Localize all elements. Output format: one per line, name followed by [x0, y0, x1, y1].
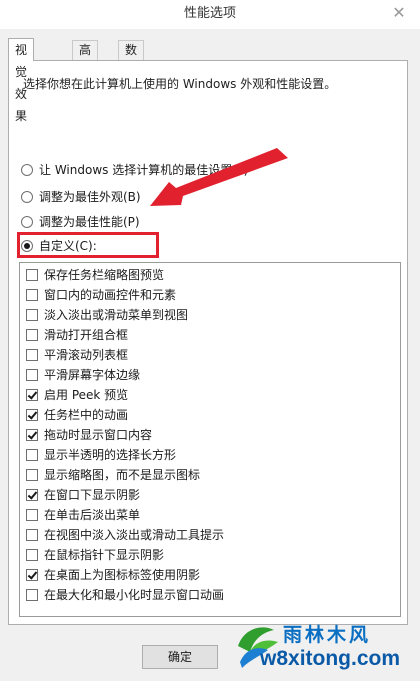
effects-list: 保存任务栏缩略图预览 窗口内的动画控件和元素 淡入淡出或滑动菜单到视图 滑动打开… [19, 262, 401, 617]
effect-item[interactable]: 显示缩略图，而不是显示图标 [26, 465, 200, 485]
dialog-body: 视觉效果 高级 数据执行保护 选择你想在此计算机上使用的 Windows 外观和… [0, 29, 420, 681]
checkbox[interactable] [26, 508, 38, 521]
radio-label: 调整为最佳性能(P) [39, 215, 140, 229]
effect-label: 淡入淡出或滑动菜单到视图 [44, 308, 189, 322]
checkbox[interactable] [26, 468, 38, 481]
watermark-url: w8xitong.com [260, 647, 401, 670]
effect-label: 在桌面上为图标标签使用阴影 [44, 568, 201, 582]
effect-item[interactable]: 平滑屏幕字体边缘 [26, 365, 140, 385]
effect-item[interactable]: 在视图中淡入淡出或滑动工具提示 [26, 525, 224, 545]
effect-item[interactable]: 滑动打开组合框 [26, 325, 128, 345]
effect-label: 在单击后淡出菜单 [44, 508, 141, 522]
effect-item[interactable]: 显示半透明的选择长方形 [26, 445, 176, 465]
effect-item[interactable]: 窗口内的动画控件和元素 [26, 285, 176, 305]
checkbox-checked[interactable] [26, 408, 38, 421]
watermark-brand: 雨林木风 [283, 624, 372, 646]
close-icon[interactable]: ✕ [388, 0, 410, 28]
effect-label: 拖动时显示窗口内容 [44, 428, 153, 442]
radio-best-appearance[interactable]: 调整为最佳外观(B) [21, 188, 141, 206]
tab-dep[interactable]: 数据执行保护 [118, 40, 145, 152]
title-bar: 性能选项 ✕ [0, 0, 420, 29]
effect-item[interactable]: 平滑滚动列表框 [26, 345, 128, 365]
checkbox-checked[interactable] [26, 388, 38, 401]
checkbox[interactable] [26, 288, 38, 301]
checkbox[interactable] [26, 308, 38, 321]
effect-item[interactable]: 淡入淡出或滑动菜单到视图 [26, 305, 188, 325]
effect-item[interactable]: 拖动时显示窗口内容 [26, 425, 152, 445]
effect-label: 保存任务栏缩略图预览 [44, 268, 165, 282]
checkbox[interactable] [26, 348, 38, 361]
effect-item[interactable]: 任务栏中的动画 [26, 405, 128, 425]
effect-label: 在鼠标指针下显示阴影 [44, 548, 165, 562]
ok-button[interactable]: 确定 [142, 645, 218, 669]
effect-label: 平滑滚动列表框 [44, 348, 129, 362]
checkbox-checked[interactable] [26, 488, 38, 501]
effect-item[interactable]: 启用 Peek 预览 [26, 385, 128, 405]
effect-item[interactable]: 在最大化和最小化时显示窗口动画 [26, 585, 224, 605]
visual-effects-panel: 选择你想在此计算机上使用的 Windows 外观和性能设置。 让 Windows… [8, 60, 408, 625]
effect-label: 显示半透明的选择长方形 [44, 448, 177, 462]
effect-label: 平滑屏幕字体边缘 [44, 368, 141, 382]
effect-label: 启用 Peek 预览 [44, 388, 129, 402]
effect-label: 显示缩略图，而不是显示图标 [44, 468, 201, 482]
checkbox-checked[interactable] [26, 568, 38, 581]
effect-item[interactable]: 保存任务栏缩略图预览 [26, 265, 164, 285]
effect-item[interactable]: 在窗口下显示阴影 [26, 485, 140, 505]
effect-label: 窗口内的动画控件和元素 [44, 288, 177, 302]
radio-button[interactable] [21, 163, 33, 176]
checkbox[interactable] [26, 328, 38, 341]
effect-item[interactable]: 在单击后淡出菜单 [26, 505, 140, 525]
checkbox[interactable] [26, 448, 38, 461]
radio-button[interactable] [21, 190, 33, 203]
checkbox[interactable] [26, 268, 38, 281]
tab-visual-effects[interactable]: 视觉效果 [8, 38, 35, 123]
radio-label: 调整为最佳外观(B) [39, 190, 141, 204]
effect-label: 在视图中淡入淡出或滑动工具提示 [44, 528, 225, 542]
radio-let-windows-choose[interactable]: 让 Windows 选择计算机的最佳设置(L) [21, 161, 248, 179]
effect-item[interactable]: 在鼠标指针下显示阴影 [26, 545, 164, 565]
checkbox[interactable] [26, 368, 38, 381]
checkbox-checked[interactable] [26, 428, 38, 441]
panel-description: 选择你想在此计算机上使用的 Windows 外观和性能设置。 [23, 77, 337, 91]
checkbox[interactable] [26, 548, 38, 561]
window-title: 性能选项 [183, 6, 236, 21]
checkbox[interactable] [26, 528, 38, 541]
effect-label: 在最大化和最小化时显示窗口动画 [44, 588, 225, 602]
tab-advanced[interactable]: 高级 [72, 40, 99, 76]
effect-label: 滑动打开组合框 [44, 328, 129, 342]
effect-label: 任务栏中的动画 [44, 408, 129, 422]
radio-button[interactable] [21, 215, 33, 228]
effect-item[interactable]: 在桌面上为图标标签使用阴影 [26, 565, 200, 585]
annotation-highlight-box [17, 232, 159, 258]
radio-best-performance[interactable]: 调整为最佳性能(P) [21, 213, 140, 231]
checkbox[interactable] [26, 588, 38, 601]
radio-label: 让 Windows 选择计算机的最佳设置(L) [39, 163, 249, 177]
effect-label: 在窗口下显示阴影 [44, 488, 141, 502]
watermark-logo: 雨林木风 w8xitong.com [222, 618, 420, 681]
